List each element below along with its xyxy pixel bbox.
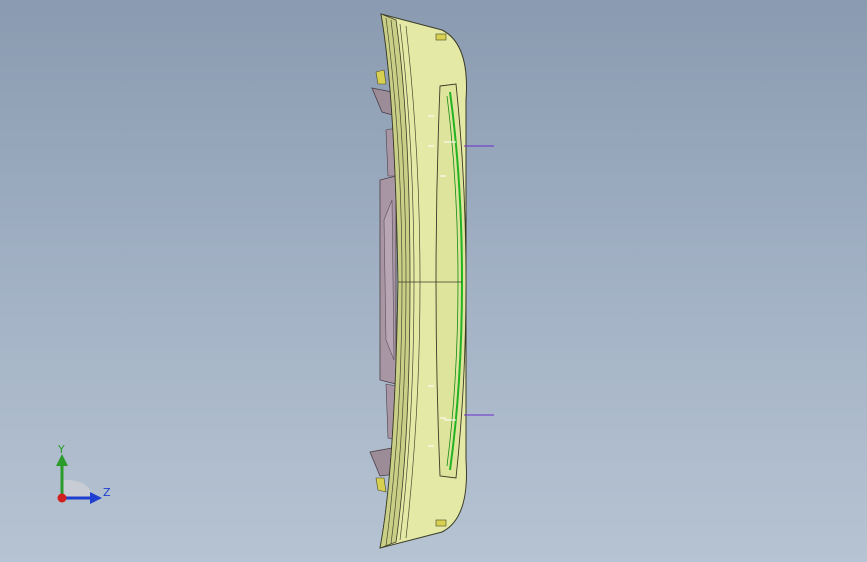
y-axis-label: Y [58, 443, 65, 456]
graphics-viewport[interactable]: Y Z [0, 0, 867, 562]
z-axis-label: Z [103, 486, 111, 499]
triad-xy-plane [62, 479, 94, 498]
annotation-leaders[interactable] [464, 145, 494, 416]
bumper-part-model[interactable] [0, 0, 867, 562]
x-axis-dot [57, 493, 67, 503]
